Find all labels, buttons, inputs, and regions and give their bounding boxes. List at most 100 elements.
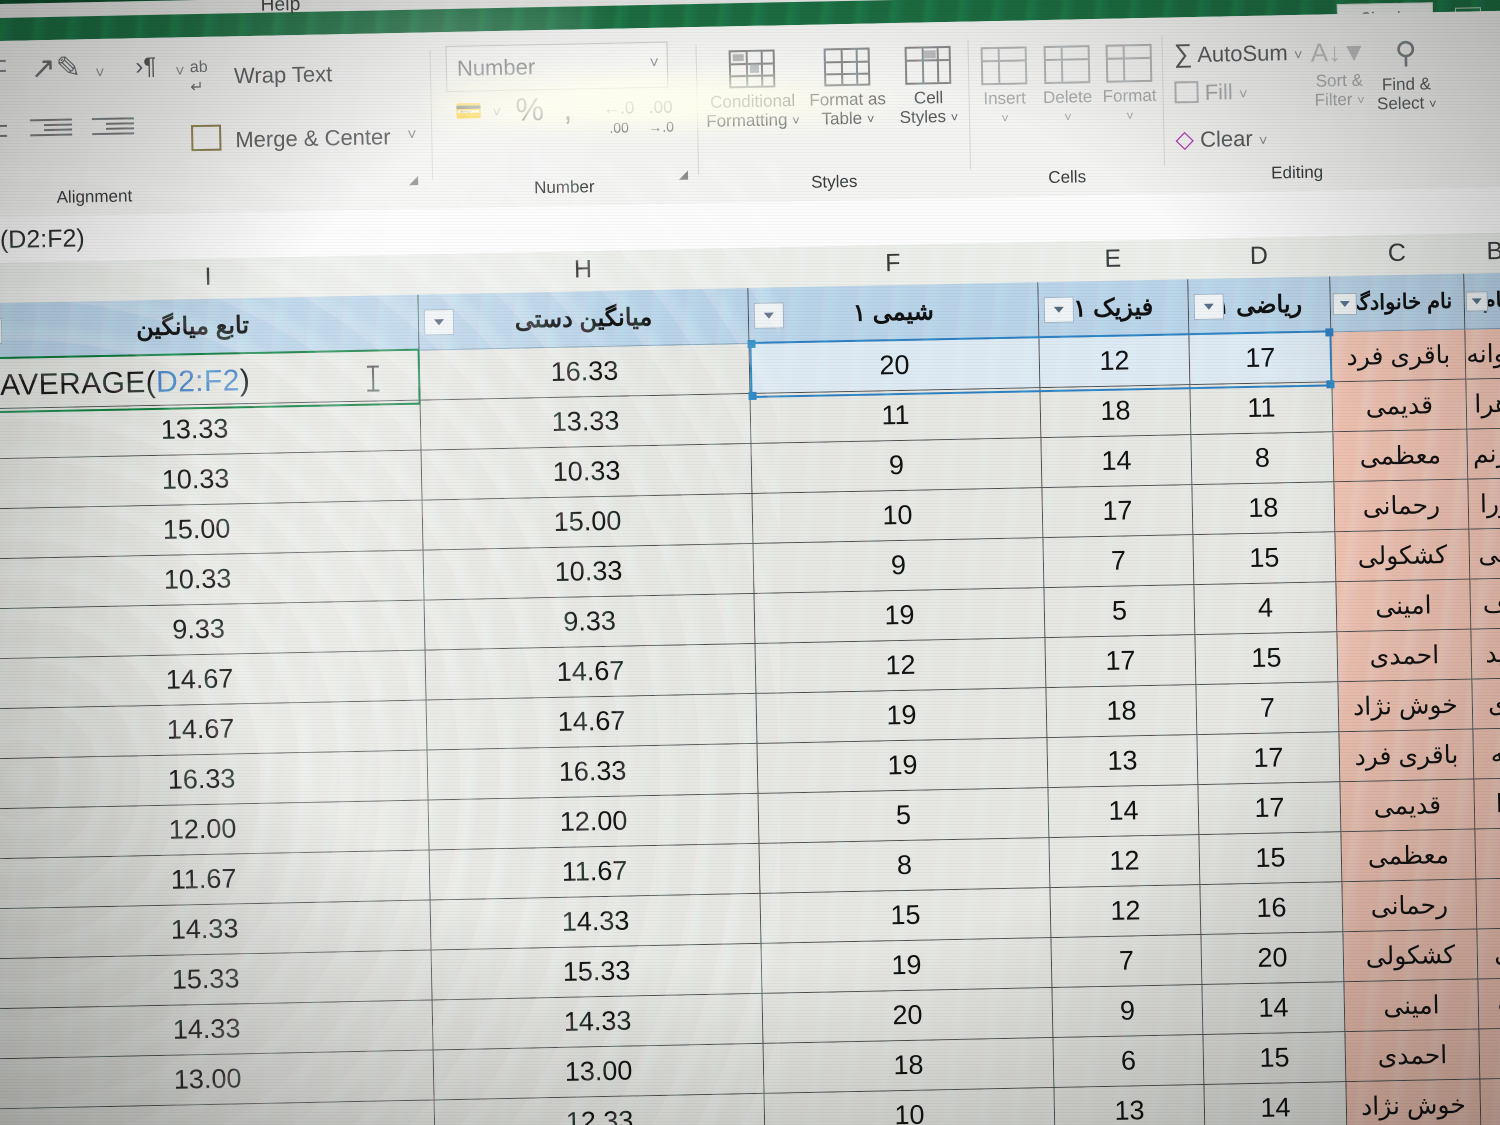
cell-D15[interactable]: 14	[1202, 982, 1346, 1036]
cell-F7[interactable]: 19	[754, 588, 1046, 644]
sort-filter-button[interactable]: A↓▼ Sort & Filter ˅	[1303, 37, 1374, 110]
cell-E17[interactable]: 13	[1054, 1085, 1206, 1125]
clear-chevron-down-icon[interactable]: ˅	[1259, 133, 1268, 150]
cell-F2[interactable]: 20	[749, 338, 1041, 394]
increase-indent-icon[interactable]	[25, 115, 77, 140]
fill-chevron-down-icon[interactable]: ˅	[1239, 86, 1248, 103]
cell-I11[interactable]: 12.00	[0, 800, 430, 860]
fill-button[interactable]: Fill ˅	[1174, 79, 1294, 106]
cell-F15[interactable]: 20	[762, 988, 1054, 1044]
cell-E12[interactable]: 12	[1049, 835, 1201, 889]
wrap-text-button[interactable]: ab ↵ Wrap Text	[190, 53, 381, 97]
cell-C4[interactable]: معظمی	[1333, 429, 1469, 483]
cell-D13[interactable]: 16	[1200, 882, 1344, 936]
column-letter-C[interactable]: C	[1330, 238, 1465, 270]
cell-B11[interactable]: را	[1474, 778, 1500, 830]
cell-B12[interactable]: م	[1475, 828, 1500, 880]
cell-C8[interactable]: احمدی	[1337, 629, 1473, 683]
cell-I15[interactable]: 14.33	[0, 1000, 434, 1060]
chevron-down-icon[interactable]: ˅	[649, 55, 659, 73]
number-format-select[interactable]: Number ˅	[445, 41, 669, 93]
text-direction-chevron-down-icon[interactable]: ˅	[170, 63, 190, 81]
cell-E13[interactable]: 12	[1050, 885, 1202, 939]
cell-H16[interactable]: 13.00	[433, 1043, 765, 1101]
cell-H14[interactable]: 15.33	[431, 943, 763, 1001]
find-select-button[interactable]: ⚲ Find & Select ˅	[1365, 36, 1447, 113]
cell-F13[interactable]: 15	[760, 888, 1052, 944]
tab-help[interactable]: Help	[260, 0, 300, 17]
cell-D14[interactable]: 20	[1201, 932, 1345, 986]
percent-style-button[interactable]: %	[512, 91, 547, 129]
cell-B2[interactable]: پروانه	[1465, 328, 1500, 380]
cell-E7[interactable]: 5	[1044, 585, 1196, 639]
cell-H13[interactable]: 14.33	[430, 893, 762, 951]
cell-C13[interactable]: رحمانی	[1342, 879, 1478, 933]
col-header-E[interactable]: فیزیک ۱	[1038, 279, 1190, 339]
cell-C7[interactable]: امینی	[1336, 579, 1472, 633]
cell-D6[interactable]: 15	[1193, 532, 1337, 586]
filter-dropdown-icon[interactable]	[423, 308, 455, 336]
cell-C5[interactable]: رحمانی	[1334, 479, 1470, 533]
cell-E15[interactable]: 9	[1052, 985, 1204, 1039]
worksheet-grid[interactable]: تابع میانگین میانگین دستی شیمی ۱ فیزیک ۱…	[0, 272, 1500, 1125]
cell-E8[interactable]: 17	[1045, 635, 1197, 689]
cell-F16[interactable]: 18	[763, 1038, 1055, 1094]
cell-D17[interactable]: 14	[1204, 1082, 1348, 1125]
cell-F4[interactable]: 9	[751, 438, 1043, 494]
accounting-format-icon[interactable]: 💳	[449, 98, 489, 124]
filter-dropdown-icon[interactable]	[753, 301, 785, 329]
cell-E10[interactable]: 13	[1047, 735, 1199, 789]
cell-D7[interactable]: 4	[1194, 582, 1338, 636]
cell-I7[interactable]: 9.33	[0, 600, 426, 660]
insert-cells-button[interactable]: Insert ˅	[974, 46, 1036, 127]
cell-H5[interactable]: 15.00	[422, 493, 754, 551]
cell-E5[interactable]: 17	[1042, 485, 1194, 539]
cell-I5[interactable]: 15.00	[0, 500, 424, 560]
cell-F11[interactable]: 5	[758, 788, 1050, 844]
col-header-D[interactable]: ریاضی ۱	[1188, 276, 1332, 336]
col-header-C[interactable]: نام خانوادگی	[1330, 273, 1466, 333]
cell-H7[interactable]: 9.33	[424, 593, 756, 651]
column-letter-H[interactable]: H	[418, 252, 749, 288]
accounting-chevron-down-icon[interactable]: ˅	[487, 104, 507, 122]
cell-H15[interactable]: 14.33	[432, 993, 764, 1051]
cell-C9[interactable]: خوش نژاد	[1338, 679, 1474, 733]
conditional-formatting-button[interactable]: Conditional Formatting ˅	[704, 49, 802, 131]
cell-F10[interactable]: 19	[757, 738, 1049, 794]
autosum-chevron-down-icon[interactable]: ˅	[1294, 47, 1303, 64]
cell-E4[interactable]: 14	[1041, 435, 1193, 489]
cell-B5[interactable]: پورا	[1468, 478, 1500, 530]
filter-dropdown-icon[interactable]	[1332, 292, 1358, 315]
cell-H3[interactable]: 13.33	[420, 393, 752, 451]
cell-B4[interactable]: مرنم	[1467, 428, 1500, 480]
filter-dropdown-icon[interactable]	[1193, 292, 1225, 320]
cell-F6[interactable]: 9	[753, 538, 1045, 594]
cell-E6[interactable]: 7	[1043, 535, 1195, 589]
cell-C10[interactable]: باقری فرد	[1339, 729, 1475, 783]
col-header-H[interactable]: میانگین دستی	[418, 288, 750, 351]
text-direction-icon[interactable]: ›¶	[120, 53, 173, 82]
delete-cells-button[interactable]: Delete ˅	[1036, 45, 1100, 126]
cell-C3[interactable]: قدیمی	[1332, 379, 1468, 433]
cell-D3[interactable]: 11	[1190, 382, 1334, 436]
cell-D10[interactable]: 17	[1197, 732, 1341, 786]
cell-F12[interactable]: 8	[759, 838, 1051, 894]
column-letter-E[interactable]: E	[1038, 243, 1189, 275]
cell-D12[interactable]: 15	[1199, 832, 1343, 886]
format-as-table-button[interactable]: Format as Table ˅	[804, 47, 892, 129]
merge-center-button[interactable]: Merge & Center ˅	[190, 121, 417, 152]
cell-B3[interactable]: زهرا	[1466, 378, 1500, 430]
cell-D4[interactable]: 8	[1191, 432, 1335, 486]
cell-B15[interactable]: ب	[1478, 978, 1500, 1030]
cell-D8[interactable]: 15	[1195, 632, 1339, 686]
cell-H6[interactable]: 10.33	[423, 543, 755, 601]
cell-E2[interactable]: 12	[1039, 335, 1191, 389]
cell-D2[interactable]: 17	[1189, 332, 1333, 386]
cell-B6[interactable]: علی	[1469, 528, 1500, 580]
cell-I3[interactable]: 13.33	[0, 400, 422, 460]
cell-E11[interactable]: 14	[1048, 785, 1200, 839]
cell-styles-button[interactable]: Cell Styles ˅	[894, 45, 964, 127]
cell-F8[interactable]: 12	[755, 638, 1047, 694]
column-letter-I[interactable]: I	[0, 259, 418, 296]
cell-I14[interactable]: 15.33	[0, 950, 433, 1010]
